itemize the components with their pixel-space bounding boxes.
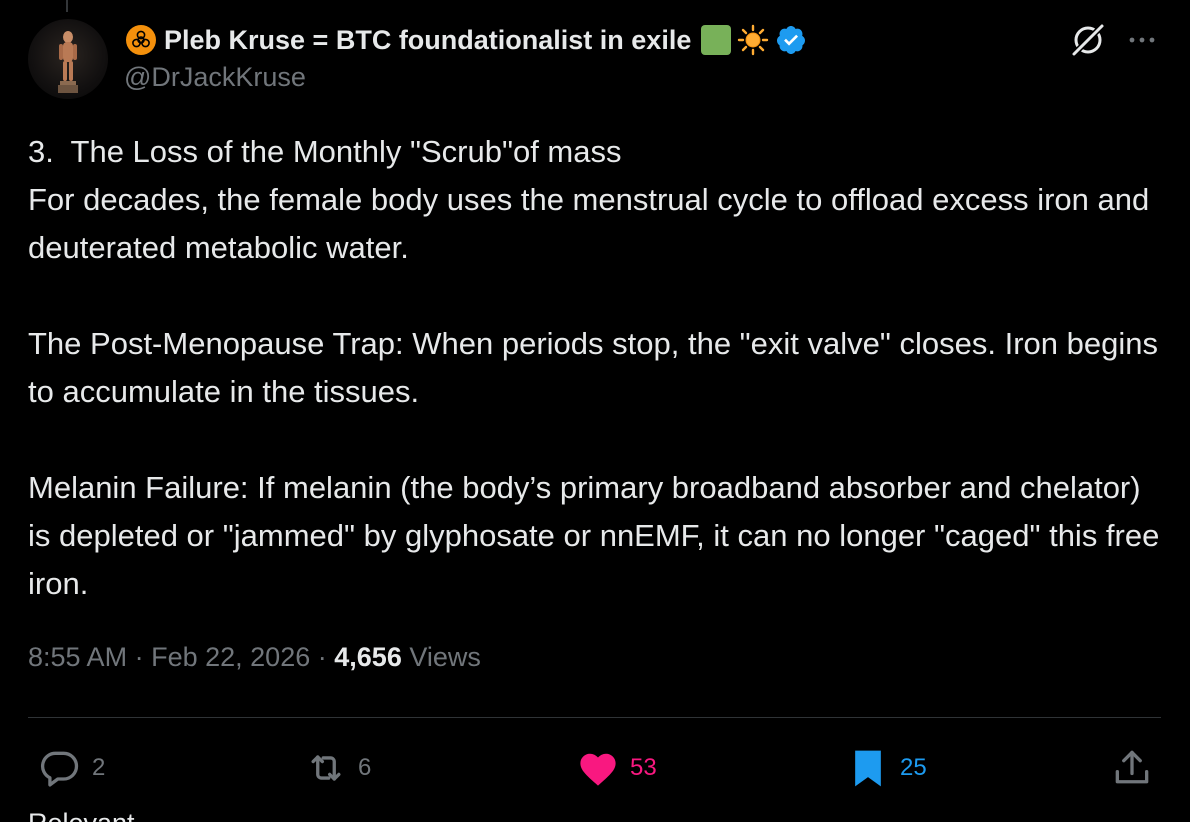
verified-badge-icon[interactable] xyxy=(775,24,807,56)
reply-button[interactable]: 2 xyxy=(38,746,105,790)
grok-icon[interactable] xyxy=(1068,20,1108,60)
post-time[interactable]: 8:55 AM xyxy=(28,642,127,672)
relevant-section-heading: Relevant xyxy=(28,808,135,822)
post-paragraph: Melanin Failure: If melanin (the body’s … xyxy=(28,470,1168,601)
like-icon xyxy=(580,753,616,786)
post-paragraph: 3. The Loss of the Monthly "Scrub"of mas… xyxy=(28,134,1150,265)
post-detail: Pleb Kruse = BTC foundationalist in exil… xyxy=(0,0,1190,822)
author-handle[interactable]: @DrJackKruse xyxy=(124,62,306,93)
bookmark-button[interactable]: 25 xyxy=(846,746,927,790)
thread-connector-line xyxy=(66,0,68,12)
divider xyxy=(28,717,1161,718)
green-square-icon xyxy=(701,25,732,55)
share-icon xyxy=(1115,750,1149,784)
views-label: Views xyxy=(409,642,481,672)
author-name-row[interactable]: Pleb Kruse = BTC foundationalist in exil… xyxy=(126,22,807,58)
author-display-name[interactable]: Pleb Kruse = BTC foundationalist in exil… xyxy=(164,25,691,56)
more-options-icon[interactable] xyxy=(1124,28,1160,52)
avatar[interactable] xyxy=(28,19,108,99)
repost-count: 6 xyxy=(358,754,372,781)
sun-icon xyxy=(738,24,769,56)
repost-button[interactable]: 6 xyxy=(304,746,371,790)
bookmark-icon xyxy=(855,750,881,787)
bookmark-count: 25 xyxy=(900,754,927,781)
reply-count: 2 xyxy=(92,754,106,781)
views-count: 4,656 xyxy=(334,642,402,672)
meta-separator: · xyxy=(317,642,327,672)
like-button[interactable]: 53 xyxy=(576,746,657,790)
paragraph-spacer xyxy=(28,416,1168,464)
reply-icon xyxy=(40,751,79,787)
meta-separator: · xyxy=(134,642,144,672)
post-metadata: 8:55 AM · Feb 22, 2026 · 4,656 Views xyxy=(28,642,481,673)
share-button[interactable] xyxy=(1110,746,1154,790)
biohazard-icon xyxy=(126,25,156,55)
paragraph-spacer xyxy=(28,272,1168,320)
like-count: 53 xyxy=(630,754,657,781)
post-paragraph: The Post-Menopause Trap: When periods st… xyxy=(28,326,1167,409)
statue-avatar-image xyxy=(58,31,78,93)
post-body: 3. The Loss of the Monthly "Scrub"of mas… xyxy=(28,128,1168,608)
post-date[interactable]: Feb 22, 2026 xyxy=(151,642,310,672)
repost-icon xyxy=(311,755,341,781)
